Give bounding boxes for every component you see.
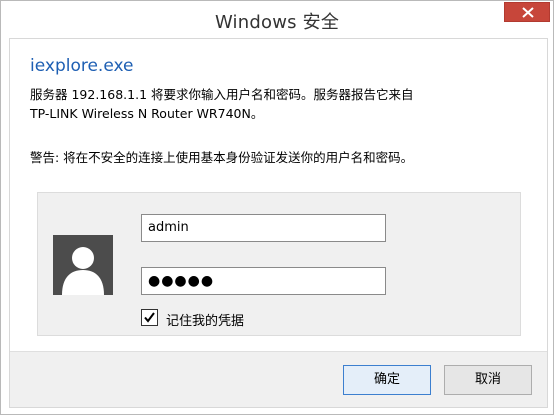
button-bar: 确定 取消 [10,351,547,407]
cancel-button[interactable]: 取消 [444,365,532,395]
server-message-line1: 服务器 192.168.1.1 将要求你输入用户名和密码。服务器报告它来自 [30,87,414,102]
credential-panel: admin ●●●●● 记住我的凭据 [37,192,521,336]
security-warning: 警告: 将在不安全的连接上使用基本身份验证发送你的用户名和密码。 [30,150,414,165]
server-message: 服务器 192.168.1.1 将要求你输入用户名和密码。服务器报告它来自 TP… [30,85,530,123]
close-icon [522,7,534,18]
user-avatar-icon [62,247,104,295]
remember-credentials-label[interactable]: 记住我的凭据 [166,310,244,329]
password-field[interactable]: ●●●●● [141,267,386,295]
dialog-body: iexplore.exe 服务器 192.168.1.1 将要求你输入用户名和密… [9,38,548,408]
ok-button[interactable]: 确定 [343,365,431,395]
window-title: Windows 安全 [214,12,340,33]
checkmark-icon [144,312,155,323]
security-dialog: Windows 安全 iexplore.exe 服务器 192.168.1.1 … [0,0,554,415]
title-bar[interactable]: Windows 安全 [1,1,553,38]
avatar [53,235,113,295]
close-button[interactable] [504,2,550,22]
server-message-line2: TP-LINK Wireless N Router WR740N。 [30,106,264,121]
app-name: iexplore.exe [30,56,134,76]
remember-credentials-checkbox[interactable] [141,309,158,326]
username-field[interactable]: admin [141,214,386,242]
